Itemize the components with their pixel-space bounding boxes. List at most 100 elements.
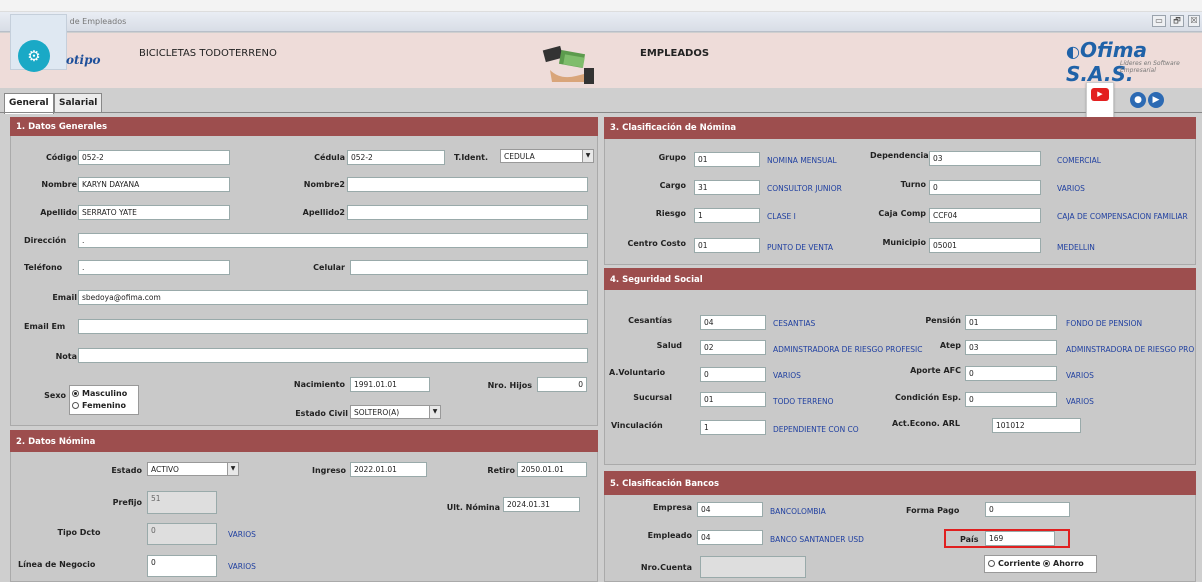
voluntario-label: A.Voluntario	[609, 368, 666, 377]
tident-value: CEDULA	[504, 152, 535, 161]
sexo-masculino-label: Masculino	[82, 389, 128, 398]
estado-civil-label: Estado Civil	[295, 409, 348, 418]
ingreso-field[interactable]: 2022.01.01	[350, 462, 427, 477]
cedula-field[interactable]: 052-2	[347, 150, 445, 165]
empresa-desc: BANCOLOMBIA	[770, 507, 826, 516]
play-icon[interactable]: ▶	[1148, 92, 1164, 108]
riesgo-field[interactable]: 1	[694, 208, 760, 223]
tab-salarial[interactable]: Salarial	[54, 93, 103, 113]
corriente-label: Corriente	[998, 559, 1041, 568]
ingreso-label: Ingreso	[311, 466, 346, 475]
caja-field[interactable]: CCF04	[929, 208, 1041, 223]
youtube-icon[interactable]: ▶	[1091, 88, 1109, 101]
empleado-desc: BANCO SANTANDER USD	[770, 535, 864, 544]
empresa-label: Empresa	[652, 503, 692, 512]
telefono-label: Teléfono	[24, 263, 63, 272]
condicion-desc: VARIOS	[1066, 397, 1094, 406]
afc-field[interactable]: 0	[965, 366, 1057, 381]
hijos-field[interactable]: 0	[537, 377, 587, 392]
chevron-down-icon[interactable]: ▼	[227, 463, 238, 475]
linea-desc: VARIOS	[228, 562, 256, 571]
estado-civil-value: SOLTERO(A)	[354, 408, 400, 417]
apellido-label: Apellido	[40, 208, 77, 217]
codigo-field[interactable]: 052-2	[78, 150, 230, 165]
chevron-down-icon[interactable]: ▼	[429, 406, 440, 418]
cesantias-field[interactable]: 04	[700, 315, 766, 330]
nombre-field[interactable]: KARYN DAYANA	[78, 177, 230, 192]
close-icon[interactable]: ☒	[1188, 15, 1200, 27]
centro-field[interactable]: 01	[694, 238, 760, 253]
pension-field[interactable]: 01	[965, 315, 1057, 330]
cargo-field[interactable]: 31	[694, 180, 760, 195]
sexo-masculino-radio[interactable]: Masculino	[72, 389, 127, 398]
logo-text: otipo	[66, 53, 101, 67]
celular-label: Celular	[313, 263, 345, 272]
minimize-icon[interactable]: ▭	[1152, 15, 1166, 27]
pension-label: Pensión	[925, 316, 961, 325]
condicion-field[interactable]: 0	[965, 392, 1057, 407]
turno-desc: VARIOS	[1057, 184, 1085, 193]
grupo-label: Grupo	[658, 153, 686, 162]
salud-label: Salud	[656, 341, 682, 350]
arl-field[interactable]: 101012	[992, 418, 1081, 433]
prefijo-field[interactable]: 51	[147, 491, 217, 514]
riesgo-desc: CLASE I	[767, 212, 796, 221]
tident-select[interactable]: CEDULA ▼	[500, 149, 594, 163]
ult-nomina-field[interactable]: 2024.01.31	[503, 497, 580, 512]
salud-field[interactable]: 02	[700, 340, 766, 355]
afc-desc: VARIOS	[1066, 371, 1094, 380]
municipio-label: Municipio	[882, 238, 926, 247]
apellido2-field[interactable]	[347, 205, 588, 220]
estado-civil-select[interactable]: SOLTERO(A) ▼	[350, 405, 441, 419]
voluntario-field[interactable]: 0	[700, 367, 766, 382]
celular-field[interactable]	[350, 260, 588, 275]
header-band	[0, 33, 1202, 88]
money-hands-icon	[542, 45, 594, 84]
tipo-dcto-field[interactable]: 0	[147, 523, 217, 545]
tab-general[interactable]: General	[4, 93, 54, 114]
direccion-label: Dirección	[24, 236, 67, 245]
linea-field[interactable]: 0	[147, 555, 217, 577]
turno-field[interactable]: 0	[929, 180, 1041, 195]
estado-value: ACTIVO	[151, 465, 179, 474]
municipio-field[interactable]: 05001	[929, 238, 1041, 253]
sexo-femenino-radio[interactable]: Femenino	[72, 401, 126, 410]
email-label: Email	[52, 293, 77, 302]
atep-field[interactable]: 03	[965, 340, 1057, 355]
restore-icon[interactable]: 🗗	[1170, 15, 1184, 27]
nacimiento-field[interactable]: 1991.01.01	[350, 377, 430, 392]
municipio-desc: MEDELLIN	[1057, 243, 1095, 252]
forma-pago-field[interactable]: 0	[985, 502, 1070, 517]
cuenta-field[interactable]	[700, 556, 806, 578]
email-field[interactable]: sbedoya@ofima.com	[78, 290, 588, 305]
nombre2-label: Nombre2	[303, 180, 345, 189]
apellido-field[interactable]: SERRATO YATE	[78, 205, 230, 220]
grupo-desc: NOMINA MENSUAL	[767, 156, 837, 165]
nota-field[interactable]	[78, 348, 588, 363]
sucursal-field[interactable]: 01	[700, 392, 766, 407]
section-title: EMPLEADOS	[640, 48, 710, 59]
estado-select[interactable]: ACTIVO ▼	[147, 462, 239, 476]
datos-nomina-heading: 2. Datos Nómina	[10, 430, 598, 452]
corriente-radio[interactable]: Corriente	[988, 559, 1040, 568]
grupo-field[interactable]: 01	[694, 152, 760, 167]
retiro-field[interactable]: 2050.01.01	[517, 462, 587, 477]
sexo-femenino-label: Femenino	[82, 401, 126, 410]
telefono-field[interactable]: .	[78, 260, 230, 275]
email-em-field[interactable]	[78, 319, 588, 334]
dependencia-field[interactable]: 03	[929, 151, 1041, 166]
top-strip	[0, 0, 1202, 12]
voluntario-desc: VARIOS	[773, 371, 801, 380]
cargo-desc: CONSULTOR JUNIOR	[767, 184, 842, 193]
vinculacion-field[interactable]: 1	[700, 420, 766, 435]
caja-label: Caja Comp	[878, 209, 926, 218]
ahorro-label: Ahorro	[1053, 559, 1084, 568]
chevron-down-icon[interactable]: ▼	[582, 150, 593, 162]
empresa-field[interactable]: 04	[697, 502, 763, 517]
direccion-field[interactable]: .	[78, 233, 588, 248]
help-icon[interactable]: ●	[1130, 92, 1146, 108]
ahorro-radio[interactable]: Ahorro	[1043, 559, 1084, 568]
empleado-field[interactable]: 04	[697, 530, 763, 545]
title-bar	[0, 12, 1202, 32]
nombre2-field[interactable]	[347, 177, 588, 192]
